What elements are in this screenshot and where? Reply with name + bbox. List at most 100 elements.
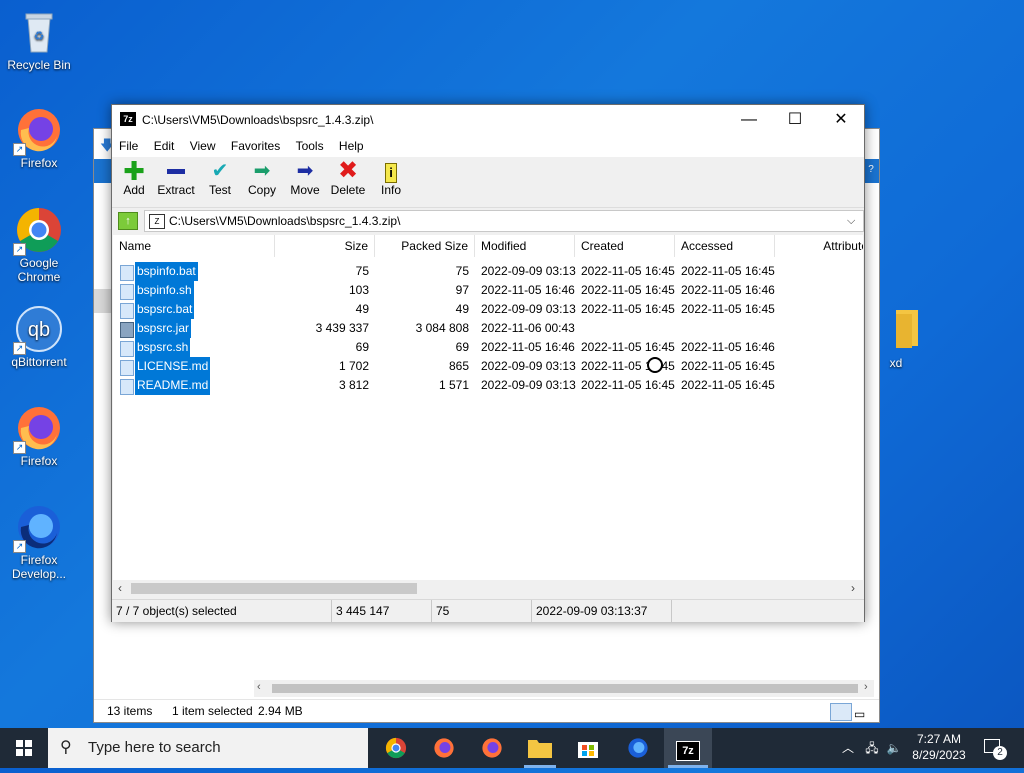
7zip-app-icon: 7z	[676, 741, 700, 761]
table-row[interactable]: README.md 3 812 1 571 2022-09-09 03:13 2…	[113, 376, 863, 395]
menu-edit[interactable]: Edit	[148, 135, 181, 157]
firefox-icon	[482, 738, 502, 758]
details-view-icon[interactable]	[830, 703, 852, 721]
firefox-icon: ↗	[13, 106, 63, 156]
taskbar-firefox-2[interactable]	[468, 728, 516, 768]
file-size: 1 702	[338, 359, 369, 373]
store-icon	[578, 742, 598, 758]
explorer-scroll-thumb[interactable]	[272, 684, 858, 693]
table-row[interactable]: bspsrc.sh 69 69 2022-11-05 16:46 2022-11…	[113, 338, 863, 357]
volume-icon[interactable]: 🔈	[884, 728, 904, 768]
chevron-down-icon[interactable]: ⌵	[847, 211, 855, 231]
help-icon[interactable]: ?	[864, 163, 878, 177]
file-name: bspinfo.bat	[135, 262, 198, 281]
start-button[interactable]	[0, 728, 48, 768]
shortcut-arrow-icon: ↗	[13, 342, 26, 355]
clock-date: 8/29/2023	[912, 748, 966, 762]
desktop-icon-firefox-2[interactable]: ↗ Firefox	[1, 404, 77, 468]
move-arrow-icon: ➡	[296, 160, 314, 182]
clock[interactable]: 7:27 AM 8/29/2023	[905, 728, 973, 768]
menu-view[interactable]: View	[184, 135, 222, 157]
desktop-icon-label: Firefox Develop...	[11, 553, 67, 581]
menu-file[interactable]: File	[112, 135, 144, 157]
column-header-attribute[interactable]: Attribute	[775, 235, 863, 257]
notifications-button[interactable]: 2	[980, 728, 1010, 768]
status-modified: 2022-09-09 03:13:37	[532, 600, 672, 622]
file-created: 2022-11-05 16:45	[581, 264, 675, 278]
scroll-left-icon[interactable]: ‹	[118, 581, 122, 595]
column-header-size[interactable]: Size	[275, 235, 375, 257]
firefox-icon: ↗	[13, 404, 63, 454]
large-icons-view-icon[interactable]: ▭	[854, 703, 870, 721]
column-header-accessed[interactable]: Accessed	[675, 235, 775, 257]
windows-logo-icon	[16, 740, 32, 756]
explorer-selected-item	[94, 289, 112, 313]
status-selection: 7 / 7 object(s) selected	[112, 600, 332, 622]
desktop-icon-recycle-bin[interactable]: ♻ Recycle Bin	[1, 8, 77, 72]
shortcut-arrow-icon: ↗	[13, 243, 26, 256]
table-row[interactable]: bspinfo.sh 103 97 2022-11-05 16:46 2022-…	[113, 281, 863, 300]
svg-text:♻: ♻	[34, 29, 45, 43]
taskbar-file-explorer[interactable]	[516, 728, 564, 768]
file-list-horizontal-scrollbar[interactable]: ‹ ›	[113, 580, 863, 597]
up-folder-icon[interactable]: ↑	[118, 212, 138, 230]
menu-help[interactable]: Help	[333, 135, 370, 157]
column-header-name[interactable]: Name	[113, 235, 275, 257]
file-name: bspsrc.sh	[135, 338, 191, 357]
scroll-right-icon[interactable]: ›	[864, 681, 868, 693]
desktop-icon-qbittorrent[interactable]: qb ↗ qBittorrent	[1, 305, 77, 369]
table-row[interactable]: LICENSE.md 1 702 865 2022-09-09 03:13 20…	[113, 357, 863, 376]
search-placeholder: Type here to search	[88, 739, 221, 756]
desktop-icon-google-chrome[interactable]: ↗ Google Chrome	[1, 206, 77, 284]
table-row[interactable]: bspsrc.bat 49 49 2022-09-09 03:13 2022-1…	[113, 300, 863, 319]
taskbar-chrome[interactable]	[372, 728, 420, 768]
test-button[interactable]: ✔ Test	[205, 159, 235, 197]
file-modified: 2022-09-09 03:13	[481, 264, 576, 278]
menu-favorites[interactable]: Favorites	[225, 135, 286, 157]
copy-button[interactable]: ➡ Copy	[245, 159, 279, 197]
desktop-icon-firefox-developer[interactable]: ↗ Firefox Develop...	[1, 503, 77, 581]
address-path: C:\Users\VM5\Downloads\bspsrc_1.4.3.zip\	[169, 214, 401, 228]
taskbar-firefox-developer[interactable]	[614, 728, 662, 768]
explorer-selected-size: 2.94 MB	[258, 704, 303, 718]
column-header-created[interactable]: Created	[575, 235, 675, 257]
menu-tools[interactable]: Tools	[290, 135, 330, 157]
taskbar-search-box[interactable]: ⚲ Type here to search	[48, 728, 368, 768]
taskbar-firefox[interactable]	[420, 728, 468, 768]
address-field[interactable]: Z C:\Users\VM5\Downloads\bspsrc_1.4.3.zi…	[144, 210, 864, 232]
explorer-horizontal-scrollbar[interactable]: ‹ ›	[254, 680, 874, 697]
column-header-packed-size[interactable]: Packed Size	[375, 235, 475, 257]
taskbar-microsoft-store[interactable]	[564, 728, 612, 768]
show-hidden-icons-chevron-up-icon[interactable]: ︿	[838, 728, 858, 768]
file-list[interactable]: Name Size Packed Size Modified Created A…	[113, 235, 863, 580]
file-list-scroll-thumb[interactable]	[131, 583, 417, 594]
table-row[interactable]: bspsrc.jar 3 439 337 3 084 808 2022-11-0…	[113, 319, 863, 338]
delete-button[interactable]: ✖ Delete	[330, 159, 366, 198]
column-header-modified[interactable]: Modified	[475, 235, 575, 257]
firefox-developer-icon	[628, 738, 648, 758]
7zip-title-bar[interactable]: 7z C:\Users\VM5\Downloads\bspsrc_1.4.3.z…	[112, 105, 864, 135]
table-row[interactable]: bspinfo.bat 75 75 2022-09-09 03:13 2022-…	[113, 262, 863, 281]
info-button[interactable]: i Info	[376, 159, 406, 197]
file-packed-size: 865	[448, 359, 469, 373]
add-button[interactable]: ✚ Add	[120, 158, 148, 197]
search-icon: ⚲	[60, 739, 72, 756]
file-size: 3 812	[338, 378, 369, 392]
chrome-icon	[385, 737, 407, 759]
extract-button[interactable]: Extract	[156, 159, 196, 197]
notification-count-badge: 2	[993, 746, 1007, 760]
file-accessed: 2022-11-05 16:45	[681, 378, 775, 392]
move-button[interactable]: ➡ Move	[288, 159, 322, 197]
maximize-button[interactable]: ☐	[772, 105, 818, 135]
scroll-left-icon[interactable]: ‹	[257, 681, 261, 693]
desktop-icon-label: Firefox	[20, 454, 58, 468]
clock-time: 7:27 AM	[916, 732, 962, 746]
desktop-icon-firefox[interactable]: ↗ Firefox	[1, 106, 77, 170]
folder-icon	[528, 740, 552, 758]
close-button[interactable]: ✕	[818, 105, 864, 135]
network-icon[interactable]: 🖧	[862, 728, 882, 768]
shortcut-arrow-icon: ↗	[13, 143, 26, 156]
minimize-button[interactable]: —	[726, 105, 772, 135]
scroll-right-icon[interactable]: ›	[851, 581, 855, 595]
taskbar-7zip[interactable]: 7z	[664, 728, 712, 768]
